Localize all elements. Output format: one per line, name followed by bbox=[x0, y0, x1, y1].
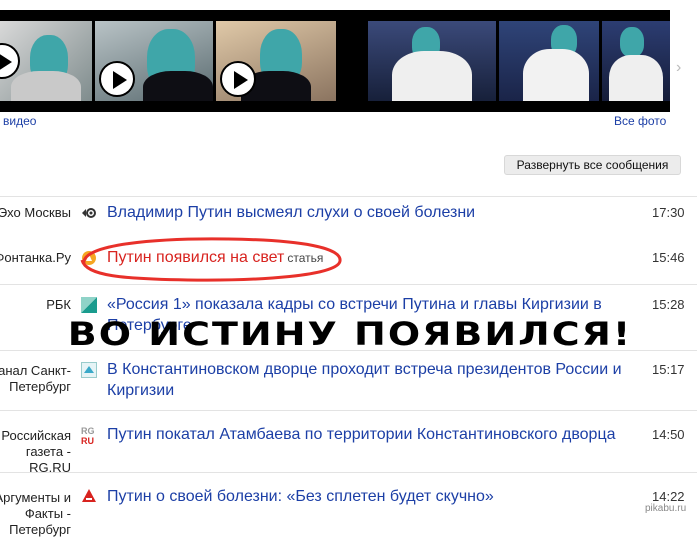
video-thumbnail[interactable] bbox=[216, 21, 336, 101]
photo-thumbnail[interactable] bbox=[602, 21, 670, 101]
spb-channel-icon bbox=[81, 362, 97, 378]
headline-text[interactable]: В Константиновском дворце проходит встре… bbox=[107, 361, 622, 399]
video-link[interactable]: видео bbox=[3, 114, 36, 128]
meme-caption: ВО ИСТИНУ ПОЯВИЛСЯ! bbox=[67, 315, 633, 353]
highlight-oval bbox=[80, 237, 342, 282]
photo-thumbnail[interactable] bbox=[368, 21, 496, 101]
news-time: 14:50 bbox=[652, 427, 685, 442]
news-headline[interactable]: Путин о своей болезни: «Без сплетен буде… bbox=[107, 486, 637, 507]
headline-text[interactable]: Путин о своей болезни: «Без сплетен буде… bbox=[107, 488, 494, 505]
news-source[interactable]: Эхо Москвы bbox=[0, 205, 71, 221]
news-time: 15:28 bbox=[652, 297, 685, 312]
headline-text[interactable]: Путин покатал Атамбаева по территории Ко… bbox=[107, 426, 616, 443]
video-thumbnail[interactable] bbox=[95, 21, 213, 101]
rg-icon: RG RU bbox=[81, 426, 97, 446]
news-headline[interactable]: Владимир Путин высмеял слухи о своей бол… bbox=[107, 202, 637, 223]
watermark: pikabu.ru bbox=[645, 503, 687, 514]
video-thumbnail[interactable] bbox=[0, 21, 92, 101]
chevron-right-icon[interactable]: › bbox=[676, 60, 688, 76]
news-source[interactable]: Фонтанка.Ру bbox=[0, 250, 71, 266]
headline-text[interactable]: Владимир Путин высмеял слухи о своей бол… bbox=[107, 204, 475, 221]
news-headline[interactable]: В Константиновском дворце проходит встре… bbox=[107, 359, 637, 401]
news-time: 15:17 bbox=[652, 362, 685, 377]
play-icon[interactable] bbox=[99, 61, 135, 97]
photo-thumbnail[interactable] bbox=[499, 21, 599, 101]
aif-icon bbox=[81, 488, 97, 504]
news-time: 15:46 bbox=[652, 250, 685, 265]
svg-text:RU: RU bbox=[81, 436, 94, 446]
news-time: 17:30 bbox=[652, 205, 685, 220]
news-row: Канал Санкт-Петербург В Константиновском… bbox=[0, 350, 697, 411]
media-gallery bbox=[0, 10, 670, 112]
expand-all-button[interactable]: Развернуть все сообщения bbox=[504, 155, 681, 175]
rbc-icon bbox=[81, 297, 97, 313]
news-row: Российская газета - RG.RU RG RU Путин по… bbox=[0, 410, 697, 476]
news-row: Аргументы и Факты - Петербург Путин о св… bbox=[0, 472, 697, 537]
news-source[interactable]: Канал Санкт-Петербург bbox=[0, 363, 71, 395]
svg-text:RG: RG bbox=[81, 426, 95, 436]
news-headline[interactable]: Путин покатал Атамбаева по территории Ко… bbox=[107, 424, 637, 445]
play-icon[interactable] bbox=[220, 61, 256, 97]
news-source[interactable]: РБК bbox=[0, 297, 71, 313]
all-photos-link[interactable]: Все фото bbox=[614, 114, 666, 128]
news-row: Эхо Москвы Владимир Путин высмеял слухи … bbox=[0, 196, 697, 235]
news-source[interactable]: Аргументы и Факты - Петербург bbox=[0, 490, 71, 538]
news-source[interactable]: Российская газета - RG.RU bbox=[0, 428, 71, 476]
echo-icon bbox=[81, 205, 97, 221]
